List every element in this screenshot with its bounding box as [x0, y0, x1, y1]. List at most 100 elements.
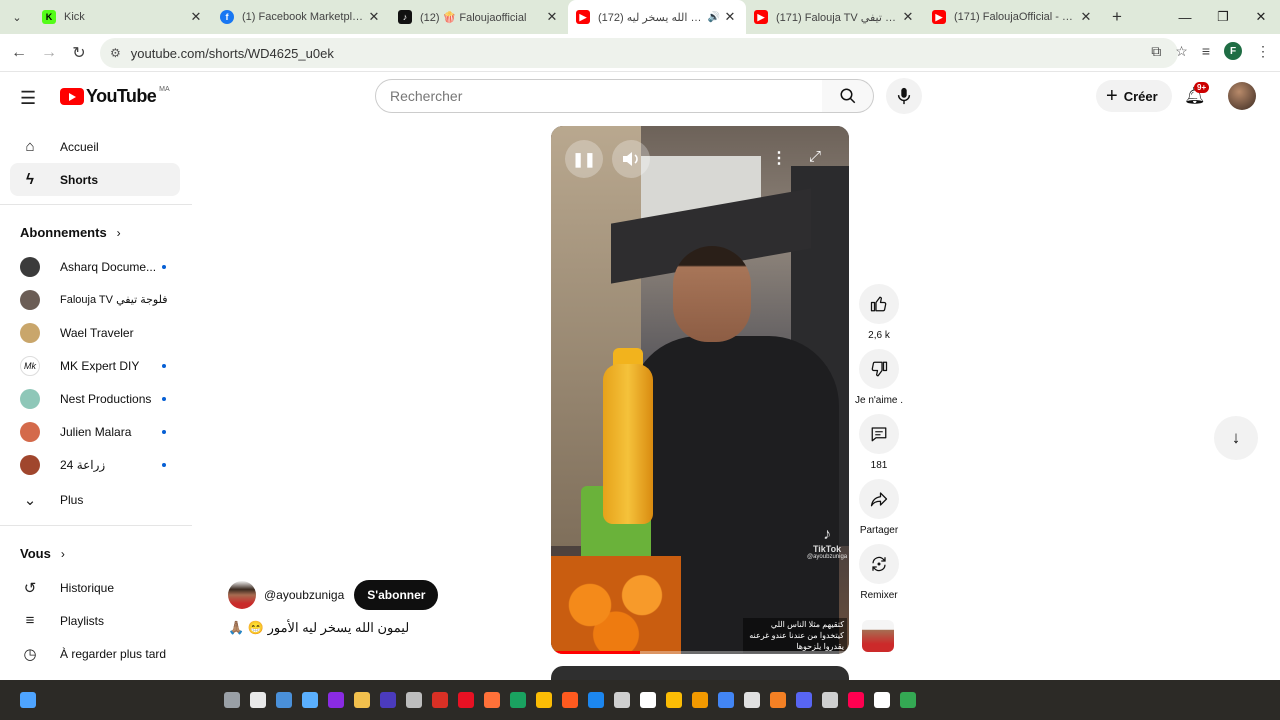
taskbar-app-icon[interactable] — [224, 692, 240, 708]
sidebar-item-watch-later[interactable]: ◷ À regarder plus tard — [10, 637, 180, 670]
fullscreen-icon[interactable]: ⤢ — [809, 148, 821, 165]
close-window-button[interactable]: ✕ — [1242, 0, 1280, 34]
tab-close-icon[interactable]: ✕ — [900, 9, 916, 25]
youtube-logo[interactable]: YouTube MA — [60, 86, 170, 107]
taskbar-app-icon[interactable] — [406, 692, 422, 708]
comments-button[interactable] — [859, 414, 899, 454]
reload-button[interactable]: ↻ — [64, 43, 94, 63]
sidebar-item-subscription[interactable]: Asharq Docume... — [10, 250, 180, 283]
address-bar[interactable]: ⚙ youtube.com/shorts/WD4625_u0ek — [100, 38, 1178, 68]
media-control-icon[interactable]: ≡ — [1202, 43, 1210, 59]
remix-action[interactable]: Remixer — [855, 544, 903, 601]
tab-close-icon[interactable]: ✕ — [722, 9, 738, 25]
remix-button[interactable] — [859, 544, 899, 584]
dislike-button[interactable] — [859, 349, 899, 389]
next-short-button[interactable]: ↓ — [1214, 416, 1258, 460]
sidebar-item-subscription[interactable]: Nest Productions — [10, 382, 180, 415]
taskbar-app-icon[interactable] — [276, 692, 292, 708]
browser-tab-active-short[interactable]: ▶ (172) ليمون الله يسخر ليه 🔊 ✕ — [568, 0, 746, 34]
creator-avatar[interactable] — [228, 581, 256, 609]
taskbar-app-icon[interactable] — [718, 692, 734, 708]
taskbar-app-icon[interactable] — [666, 692, 682, 708]
taskbar-app-icon[interactable] — [432, 692, 448, 708]
browser-tab-tiktok[interactable]: ♪ (12) 🍿 Faloujaofficial ✕ — [390, 0, 568, 34]
sidebar-item-playlists[interactable]: ≡ Playlists — [10, 604, 180, 637]
sidebar-item-shorts[interactable]: ϟ Shorts — [10, 163, 180, 196]
taskbar-app-icon[interactable] — [458, 692, 474, 708]
browser-menu-icon[interactable]: ⋮ — [1256, 43, 1270, 60]
more-options-icon[interactable]: ⋮ — [771, 148, 787, 168]
browser-tab-facebook[interactable]: f (1) Facebook Marketplace ✕ — [212, 0, 390, 34]
maximize-button[interactable]: ❐ — [1204, 0, 1242, 34]
taskbar-app-icon[interactable] — [796, 692, 812, 708]
taskbar-app-icon[interactable] — [874, 692, 890, 708]
taskbar-app-icon[interactable] — [900, 692, 916, 708]
taskbar-app-icon[interactable] — [848, 692, 864, 708]
taskbar-app-icon[interactable] — [354, 692, 370, 708]
search-button[interactable] — [822, 79, 874, 113]
tab-close-icon[interactable]: ✕ — [366, 9, 382, 25]
bookmark-star-icon[interactable]: ☆ — [1175, 43, 1188, 60]
taskbar-app-icon[interactable] — [822, 692, 838, 708]
taskbar-app-icon[interactable] — [302, 692, 318, 708]
sidebar-item-subscription[interactable]: Wael Traveler — [10, 316, 180, 349]
subscribe-button[interactable]: S'abonner — [354, 580, 439, 610]
forward-button[interactable]: → — [34, 44, 64, 62]
like-button[interactable] — [859, 284, 899, 324]
taskbar-app-icon[interactable] — [250, 692, 266, 708]
taskbar-app-icon[interactable] — [692, 692, 708, 708]
back-button[interactable]: ← — [4, 44, 34, 62]
pause-button[interactable]: ❚❚ — [565, 140, 603, 178]
account-avatar[interactable] — [1228, 82, 1256, 110]
notifications-button[interactable]: 🔔︎ 9+ — [1184, 82, 1210, 106]
menu-hamburger-icon[interactable]: ☰ — [20, 88, 36, 109]
tab-close-icon[interactable]: ✕ — [544, 9, 560, 25]
dislike-action[interactable]: Je n'aime . — [855, 349, 903, 406]
browser-tab-falouja-tv[interactable]: ▶ (171) Falouja TV فلوجة تيفي ✕ — [746, 0, 924, 34]
taskbar-app-icon[interactable] — [328, 692, 344, 708]
new-tab-button[interactable]: + — [1102, 7, 1132, 27]
site-info-icon[interactable]: ⚙ — [110, 46, 121, 60]
subscriptions-heading[interactable]: Abonnements › — [20, 225, 121, 240]
browser-tab-kick[interactable]: K Kick ✕ — [34, 0, 212, 34]
taskbar-app-icon[interactable] — [614, 692, 630, 708]
sidebar-item-subscription[interactable]: Falouja TV فلوجة تيفي — [10, 283, 180, 316]
shorts-video-player[interactable]: ❚❚ ⋮ ⤢ ♪ TikTok @ayoubzuniga كتقيهم مثلا… — [551, 126, 849, 654]
video-progress-bar[interactable] — [551, 651, 849, 654]
taskbar-app-icon[interactable] — [380, 692, 396, 708]
sidebar-item-subscription[interactable]: Mk MK Expert DIY — [10, 349, 180, 382]
speaker-icon[interactable]: 🔊 — [706, 12, 722, 23]
profile-avatar[interactable]: F — [1224, 42, 1242, 60]
taskbar-app-icon[interactable] — [770, 692, 786, 708]
voice-search-button[interactable] — [886, 78, 922, 114]
volume-button[interactable] — [612, 140, 650, 178]
taskbar-app-icon[interactable] — [536, 692, 552, 708]
browser-tab-faloujaofficial[interactable]: ▶ (171) FaloujaOfficial - YouT ✕ — [924, 0, 1102, 34]
tab-search-button[interactable]: ⌄ — [0, 0, 34, 34]
channel-sound-thumbnail[interactable] — [862, 620, 894, 652]
tab-close-icon[interactable]: ✕ — [1078, 9, 1094, 25]
taskbar-app-icon[interactable] — [744, 692, 760, 708]
you-heading[interactable]: Vous › — [20, 546, 65, 561]
taskbar-app-icon[interactable] — [510, 692, 526, 708]
comments-action[interactable]: 181 — [855, 414, 903, 471]
sidebar-item-subscription[interactable]: Julien Malara — [10, 415, 180, 448]
like-action[interactable]: 2,6 k — [855, 284, 903, 341]
share-action[interactable]: Partager — [855, 479, 903, 536]
minimize-button[interactable]: — — [1166, 0, 1204, 34]
sidebar-item-more[interactable]: ⌄ Plus — [10, 483, 180, 516]
install-app-icon[interactable]: ⧉ — [1151, 43, 1161, 60]
taskbar-app-icon[interactable] — [20, 692, 36, 708]
creator-handle[interactable]: @ayoubzuniga — [264, 588, 344, 602]
taskbar-app-icon[interactable] — [588, 692, 604, 708]
share-button[interactable] — [859, 479, 899, 519]
tab-close-icon[interactable]: ✕ — [188, 9, 204, 25]
taskbar-app-icon[interactable] — [484, 692, 500, 708]
sidebar-item-home[interactable]: ⌂ Accueil — [10, 130, 180, 163]
search-input[interactable]: Rechercher — [375, 79, 823, 113]
taskbar-app-icon[interactable] — [640, 692, 656, 708]
sidebar-item-history[interactable]: ↺ Historique — [10, 571, 180, 604]
sidebar-item-subscription[interactable]: زراعة 24 — [10, 448, 180, 481]
create-button[interactable]: + Créer — [1096, 80, 1172, 112]
taskbar-app-icon[interactable] — [562, 692, 578, 708]
